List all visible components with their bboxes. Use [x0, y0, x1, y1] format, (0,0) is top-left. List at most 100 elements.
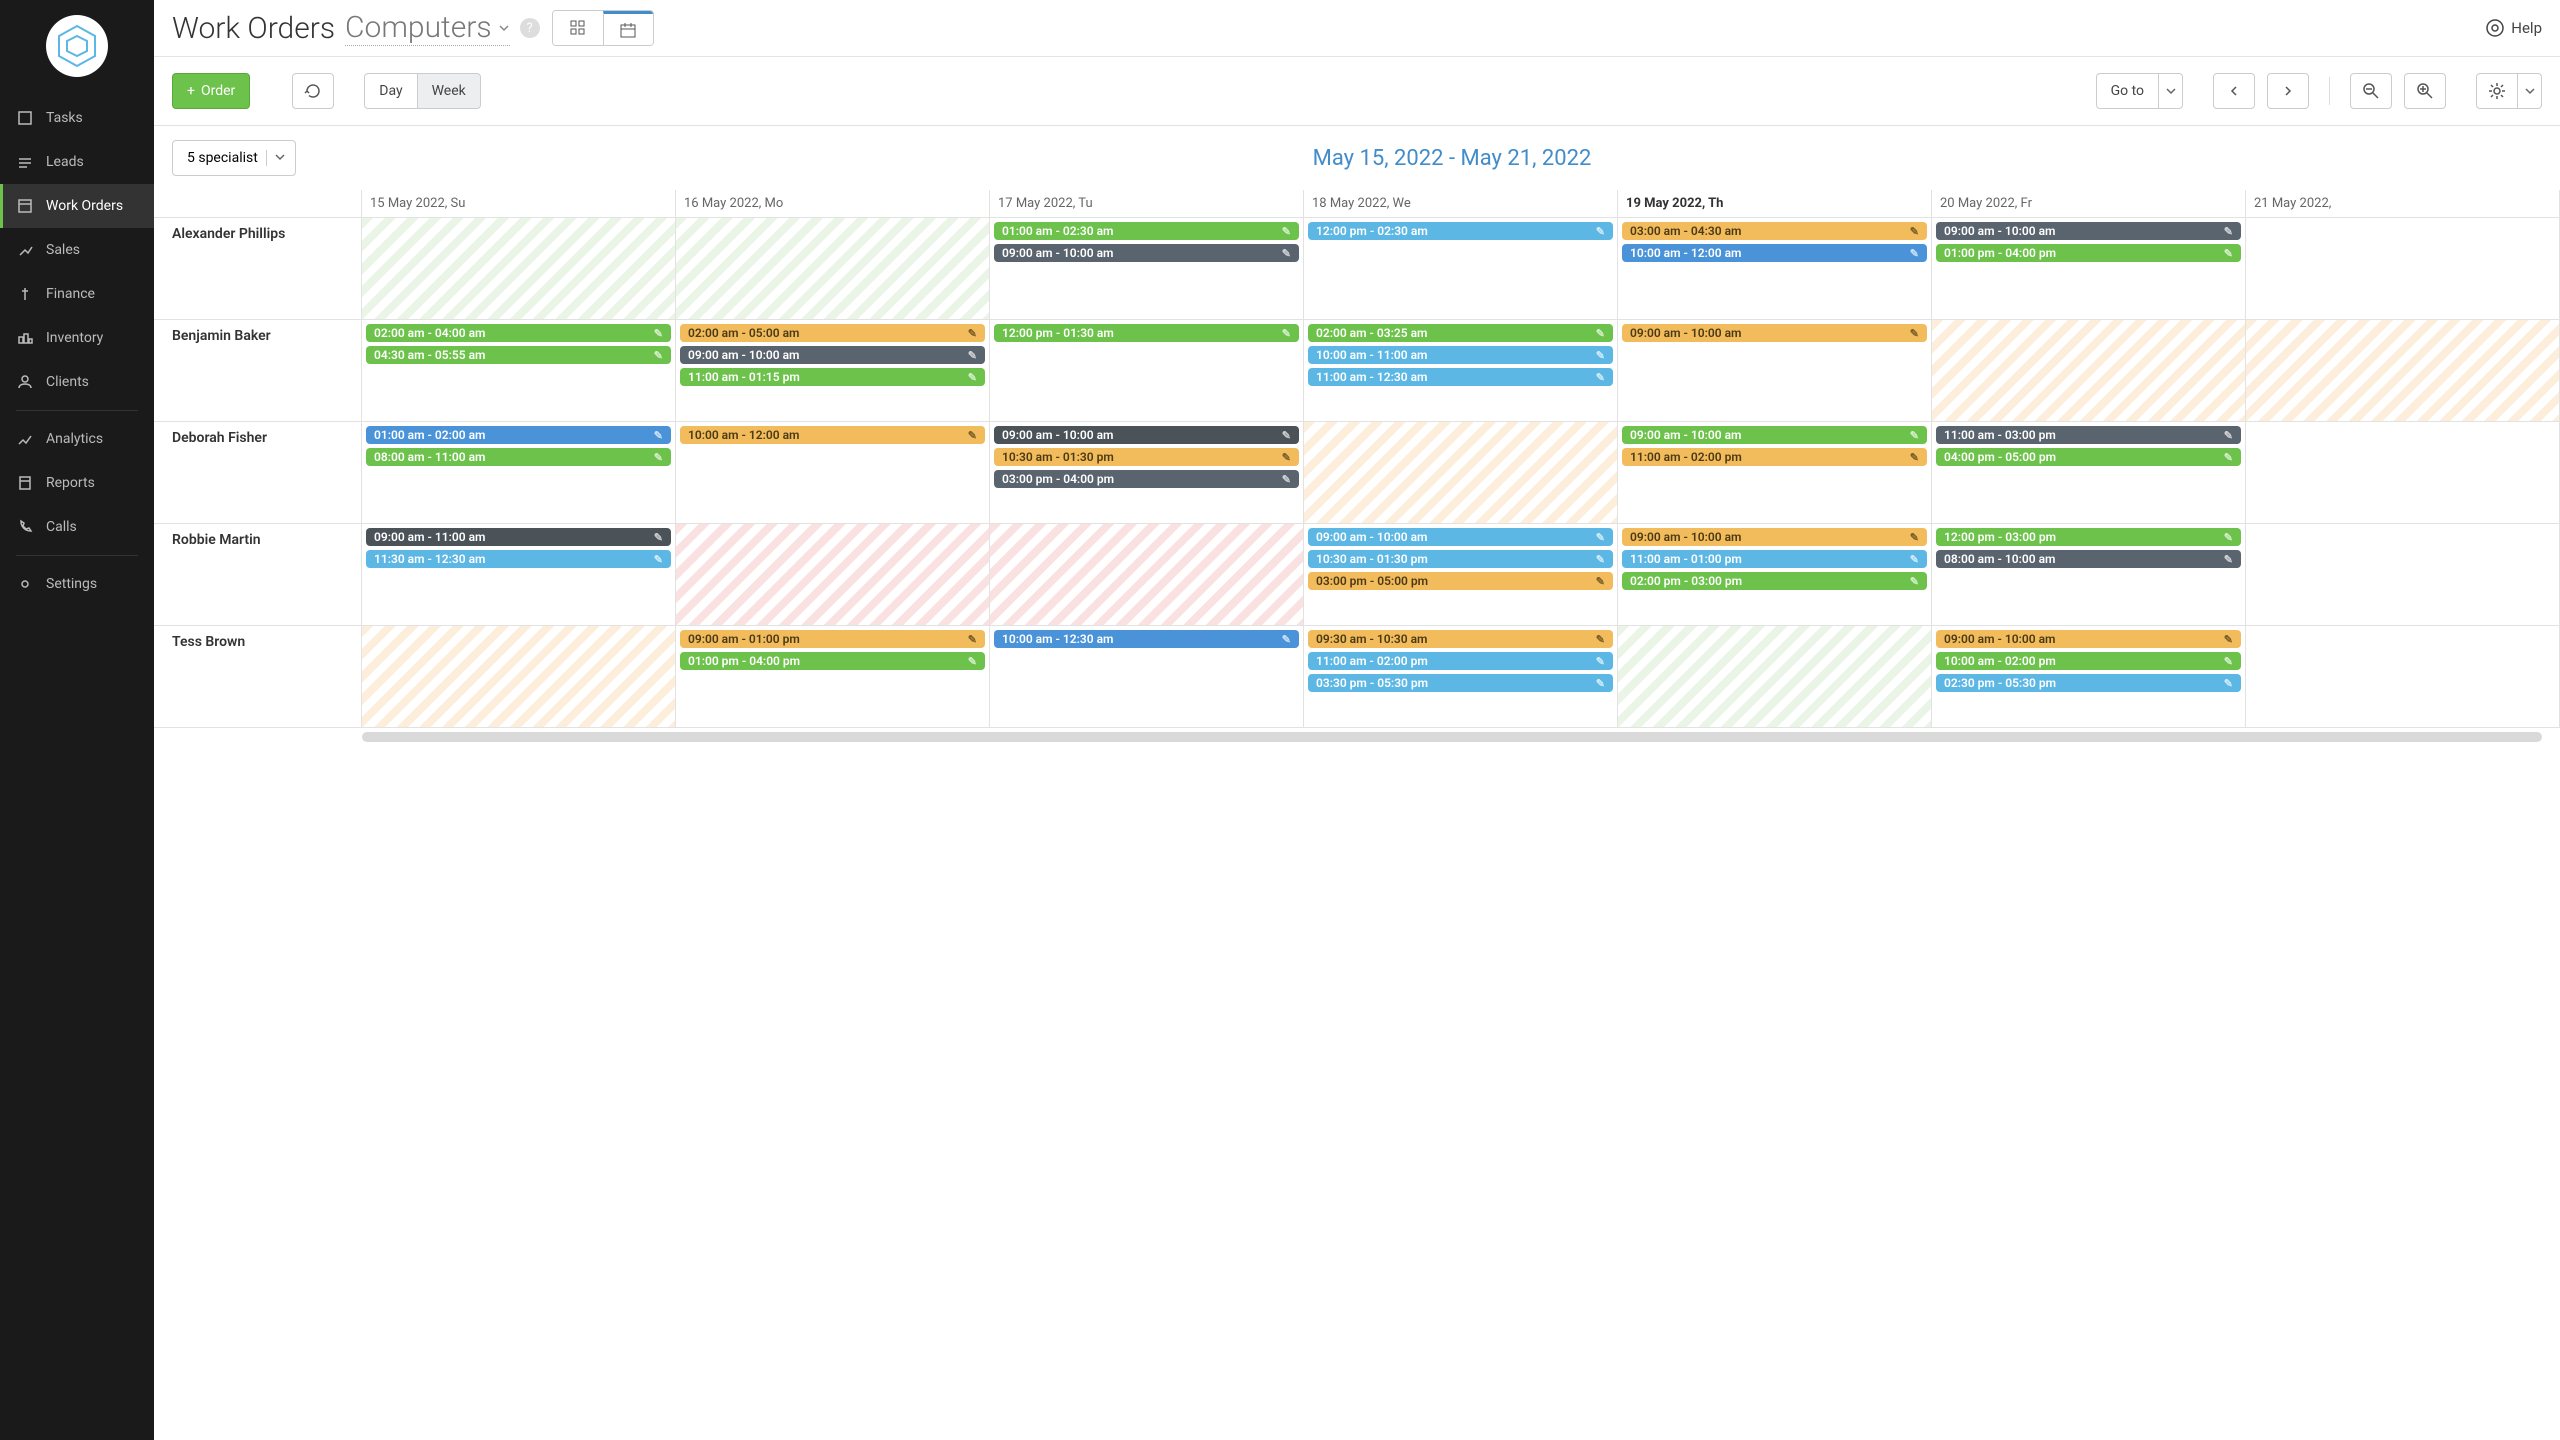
sidebar-item-sales[interactable]: Sales — [0, 228, 154, 272]
event[interactable]: 09:00 am - 10:00 am — [1936, 630, 2241, 648]
schedule-cell[interactable]: 12:00 pm - 02:30 am — [1304, 218, 1618, 319]
event[interactable]: 03:00 pm - 05:00 pm — [1308, 572, 1613, 590]
event[interactable]: 01:00 am - 02:30 am — [994, 222, 1299, 240]
sidebar-item-leads[interactable]: Leads — [0, 140, 154, 184]
event[interactable]: 11:00 am - 12:30 am — [1308, 368, 1613, 386]
event[interactable]: 11:00 am - 01:00 pm — [1622, 550, 1927, 568]
event[interactable]: 08:00 am - 11:00 am — [366, 448, 671, 466]
event[interactable]: 02:00 pm - 03:00 pm — [1622, 572, 1927, 590]
event[interactable]: 09:00 am - 10:00 am — [1308, 528, 1613, 546]
horizontal-scrollbar[interactable] — [362, 732, 2542, 742]
event[interactable]: 10:00 am - 02:00 pm — [1936, 652, 2241, 670]
schedule-cell[interactable] — [1304, 422, 1618, 523]
help-link[interactable]: Help — [2485, 18, 2542, 38]
event[interactable]: 08:00 am - 10:00 am — [1936, 550, 2241, 568]
schedule-cell[interactable]: 12:00 pm - 01:30 am — [990, 320, 1304, 421]
schedule-cell[interactable]: 09:00 am - 10:00 am — [1618, 320, 1932, 421]
sidebar-item-calls[interactable]: Calls — [0, 505, 154, 549]
schedule-cell[interactable]: 02:00 am - 05:00 am 09:00 am - 10:00 am 11… — [676, 320, 990, 421]
day-header[interactable]: 19 May 2022, Th — [1618, 190, 1932, 217]
event[interactable]: 11:00 am - 02:00 pm — [1622, 448, 1927, 466]
event[interactable]: 10:00 am - 12:30 am — [994, 630, 1299, 648]
schedule-cell[interactable] — [676, 524, 990, 625]
schedule-cell[interactable] — [676, 218, 990, 319]
schedule-cell[interactable] — [990, 524, 1304, 625]
day-header[interactable]: 20 May 2022, Fr — [1932, 190, 2246, 217]
event[interactable]: 01:00 pm - 04:00 pm — [680, 652, 985, 670]
schedule-cell[interactable] — [2246, 320, 2560, 421]
event[interactable]: 02:00 am - 03:25 am — [1308, 324, 1613, 342]
schedule-cell[interactable]: 09:00 am - 10:00 am 11:00 am - 01:00 pm 02… — [1618, 524, 1932, 625]
refresh-button[interactable] — [292, 73, 334, 109]
event[interactable]: 09:00 am - 10:00 am — [680, 346, 985, 364]
event[interactable]: 11:30 am - 12:30 am — [366, 550, 671, 568]
day-header[interactable]: 16 May 2022, Mo — [676, 190, 990, 217]
schedule-cell[interactable] — [362, 626, 676, 727]
schedule-cell[interactable]: 09:00 am - 10:00 am 10:30 am - 01:30 pm 03… — [1304, 524, 1618, 625]
schedule-cell[interactable] — [2246, 524, 2560, 625]
schedule-cell[interactable]: 10:00 am - 12:30 am — [990, 626, 1304, 727]
day-header[interactable]: 17 May 2022, Tu — [990, 190, 1304, 217]
schedule-cell[interactable]: 02:00 am - 04:00 am04:30 am - 05:55 am — [362, 320, 676, 421]
event[interactable]: 09:00 am - 10:00 am — [994, 244, 1299, 262]
zoom-in-button[interactable] — [2404, 73, 2446, 109]
schedule-cell[interactable]: 09:00 am - 10:00 am11:00 am - 02:00 pm — [1618, 422, 1932, 523]
prev-button[interactable] — [2213, 73, 2255, 109]
schedule-cell[interactable]: 02:00 am - 03:25 am 10:00 am - 11:00 am 11… — [1304, 320, 1618, 421]
event[interactable]: 09:00 am - 11:00 am — [366, 528, 671, 546]
sidebar-item-work-orders[interactable]: Work Orders — [0, 184, 154, 228]
schedule-cell[interactable] — [2246, 626, 2560, 727]
sidebar-item-clients[interactable]: Clients — [0, 360, 154, 404]
schedule-cell[interactable]: 03:00 am - 04:30 am10:00 am - 12:00 am — [1618, 218, 1932, 319]
event[interactable]: 09:00 am - 10:00 am — [1622, 528, 1927, 546]
event[interactable]: 10:30 am - 01:30 pm — [1308, 550, 1613, 568]
sidebar-item-analytics[interactable]: Analytics — [0, 417, 154, 461]
schedule-cell[interactable]: 11:00 am - 03:00 pm 04:00 pm - 05:00 pm — [1932, 422, 2246, 523]
event[interactable]: 01:00 pm - 04:00 pm — [1936, 244, 2241, 262]
event[interactable]: 04:00 pm - 05:00 pm — [1936, 448, 2241, 466]
event[interactable]: 12:00 pm - 02:30 am — [1308, 222, 1613, 240]
event[interactable]: 11:00 am - 01:15 pm — [680, 368, 985, 386]
schedule-cell[interactable]: 01:00 am - 02:00 am 08:00 am - 11:00 am — [362, 422, 676, 523]
schedule-cell[interactable]: 09:00 am - 10:00 am 10:00 am - 02:00 pm 02… — [1932, 626, 2246, 727]
goto-caret[interactable] — [2159, 73, 2183, 109]
event[interactable]: 02:00 am - 04:00 am — [366, 324, 671, 342]
category-dropdown[interactable]: Computers — [345, 10, 510, 46]
event[interactable]: 11:00 am - 03:00 pm — [1936, 426, 2241, 444]
event[interactable]: 10:30 am - 01:30 pm — [994, 448, 1299, 466]
week-button[interactable]: Week — [418, 73, 481, 109]
schedule-cell[interactable]: 01:00 am - 02:30 am 09:00 am - 10:00 am — [990, 218, 1304, 319]
schedule-cell[interactable]: 10:00 am - 12:00 am — [676, 422, 990, 523]
event[interactable]: 02:30 pm - 05:30 pm — [1936, 674, 2241, 692]
sidebar-item-tasks[interactable]: Tasks — [0, 96, 154, 140]
zoom-out-button[interactable] — [2350, 73, 2392, 109]
event[interactable]: 09:30 am - 10:30 am — [1308, 630, 1613, 648]
sidebar-item-reports[interactable]: Reports — [0, 461, 154, 505]
schedule-cell[interactable] — [1618, 626, 1932, 727]
sidebar-item-inventory[interactable]: Inventory — [0, 316, 154, 360]
schedule-cell[interactable] — [362, 218, 676, 319]
goto-button[interactable]: Go to — [2096, 73, 2159, 109]
day-button[interactable]: Day — [364, 73, 417, 109]
view-list-button[interactable] — [553, 11, 603, 45]
schedule-cell[interactable]: 09:00 am - 01:00 pm01:00 pm - 04:00 pm — [676, 626, 990, 727]
next-button[interactable] — [2267, 73, 2309, 109]
event[interactable]: 09:00 am - 10:00 am — [994, 426, 1299, 444]
app-logo[interactable] — [0, 0, 154, 96]
view-calendar-button[interactable] — [603, 11, 653, 45]
event[interactable]: 01:00 am - 02:00 am — [366, 426, 671, 444]
schedule-cell[interactable] — [1932, 320, 2246, 421]
schedule-cell[interactable]: 09:00 am - 11:00 am 11:30 am - 12:30 am — [362, 524, 676, 625]
event[interactable]: 02:00 am - 05:00 am — [680, 324, 985, 342]
event[interactable]: 10:00 am - 12:00 am — [680, 426, 985, 444]
event[interactable]: 09:00 am - 10:00 am — [1622, 324, 1927, 342]
schedule-cell[interactable]: 09:00 am - 10:00 am01:00 pm - 04:00 pm — [1932, 218, 2246, 319]
sidebar-item-settings[interactable]: Settings — [0, 562, 154, 606]
event[interactable]: 03:30 pm - 05:30 pm — [1308, 674, 1613, 692]
event[interactable]: 10:00 am - 11:00 am — [1308, 346, 1613, 364]
day-header[interactable]: 18 May 2022, We — [1304, 190, 1618, 217]
new-order-button[interactable]: + Order — [172, 73, 250, 109]
specialist-filter[interactable]: 5 specialist — [172, 140, 296, 176]
schedule-cell[interactable]: 12:00 pm - 03:00 pm08:00 am - 10:00 am — [1932, 524, 2246, 625]
schedule-cell[interactable]: 09:00 am - 10:00 am10:30 am - 01:30 pm03… — [990, 422, 1304, 523]
